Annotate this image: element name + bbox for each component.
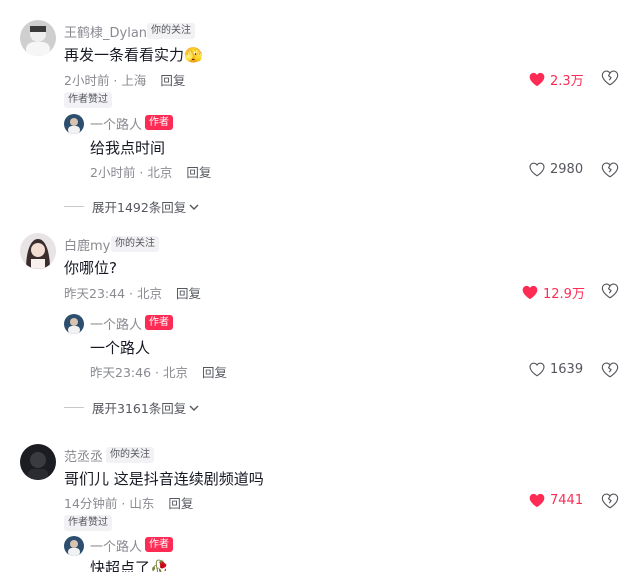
reply-time-location: 2小时前 · 北京 (90, 165, 173, 180)
expand-replies-label: 展开1492条回复 (92, 200, 187, 215)
comment-text: 你哪位? (64, 259, 117, 277)
reply-meta: 2小时前 · 北京 回复 (90, 162, 211, 181)
comment-meta: 2小时前 · 上海 回复 (64, 70, 185, 89)
expand-replies-button[interactable]: 展开1492条回复 (64, 197, 199, 216)
reply-avatar[interactable] (64, 314, 84, 334)
author-badge: 作者 (145, 115, 173, 130)
like-count: 12.9万 (543, 287, 585, 302)
reply-username[interactable]: 一个路人 (90, 114, 142, 133)
like-count: 1639 (550, 362, 584, 377)
like-count: 2.3万 (550, 74, 584, 89)
following-badge: 你的关注 (147, 23, 195, 39)
comment-time-location: 14分钟前 · 山东 (64, 496, 155, 511)
author-liked-badge: 作者赞过 (64, 515, 112, 531)
reply-meta: 昨天23:46 · 北京 回复 (90, 362, 227, 381)
reply-username[interactable]: 一个路人 (90, 314, 142, 333)
comment-time-location: 2小时前 · 上海 (64, 73, 147, 88)
heart-outline-icon (529, 362, 545, 377)
avatar[interactable] (20, 444, 56, 480)
like-button[interactable]: 2980 (529, 162, 583, 177)
like-count: 7441 (550, 493, 584, 508)
divider-line (64, 407, 84, 408)
reply-username[interactable]: 一个路人 (90, 536, 142, 555)
author-badge: 作者 (145, 315, 173, 330)
reply-avatar[interactable] (64, 536, 84, 556)
heart-filled-icon (529, 72, 545, 87)
divider-line (64, 206, 84, 207)
comment-time-location: 昨天23:44 · 北京 (64, 286, 162, 301)
comment-username[interactable]: 王鹤棣_Dylan (64, 22, 147, 41)
heart-outline-icon (529, 162, 545, 177)
comment-text: 再发一条看看实力🫣 (64, 46, 203, 64)
comment-username[interactable]: 范丞丞 (64, 446, 103, 465)
heart-filled-icon (529, 493, 545, 508)
chevron-down-icon (189, 204, 199, 210)
avatar[interactable] (20, 20, 56, 56)
like-count: 2980 (550, 162, 584, 177)
following-badge: 你的关注 (106, 447, 154, 463)
chevron-down-icon (189, 405, 199, 411)
comment-meta: 14分钟前 · 山东 回复 (64, 493, 193, 512)
dislike-icon[interactable] (601, 283, 619, 299)
reply-text: 给我点时间 (90, 139, 166, 157)
author-liked-badge: 作者赞过 (64, 92, 112, 108)
reply-time-location: 昨天23:46 · 北京 (90, 365, 188, 380)
expand-replies-label: 展开3161条回复 (92, 401, 187, 416)
comment-meta: 昨天23:44 · 北京 回复 (64, 283, 201, 302)
following-badge: 你的关注 (111, 236, 159, 252)
like-button[interactable]: 7441 (529, 493, 583, 508)
dislike-icon[interactable] (601, 70, 619, 86)
like-button[interactable]: 1639 (529, 362, 583, 377)
reply-button[interactable]: 回复 (202, 365, 227, 380)
reply-text: 快超点了🥀 (90, 559, 169, 572)
reply-avatar[interactable] (64, 114, 84, 134)
reply-text: 一个路人 (90, 339, 151, 357)
reply-button[interactable]: 回复 (176, 286, 201, 301)
comment-username[interactable]: 白鹿my (64, 235, 110, 254)
dislike-icon[interactable] (601, 162, 619, 178)
like-button[interactable]: 12.9万 (522, 283, 585, 302)
reply-button[interactable]: 回复 (160, 73, 185, 88)
author-badge: 作者 (145, 537, 173, 552)
comment-text: 哥们儿 这是抖音连续剧频道吗 (64, 470, 264, 488)
heart-filled-icon (522, 285, 538, 300)
avatar[interactable] (20, 233, 56, 269)
dislike-icon[interactable] (601, 493, 619, 509)
reply-button[interactable]: 回复 (186, 165, 211, 180)
reply-button[interactable]: 回复 (168, 496, 193, 511)
like-button[interactable]: 2.3万 (529, 70, 584, 89)
expand-replies-button[interactable]: 展开3161条回复 (64, 398, 199, 417)
dislike-icon[interactable] (601, 362, 619, 378)
